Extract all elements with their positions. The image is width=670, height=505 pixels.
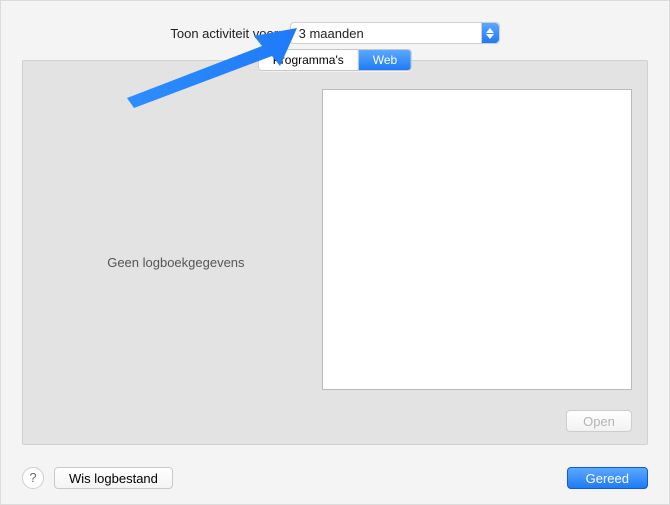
tab-web[interactable]: Web	[358, 50, 411, 70]
done-button[interactable]: Gereed	[567, 467, 648, 489]
dropdown-stepper-icon	[481, 23, 499, 43]
activity-range-dropdown[interactable]: 3 maanden	[290, 22, 500, 44]
help-button[interactable]: ?	[22, 467, 44, 489]
clear-log-button[interactable]: Wis logbestand	[54, 467, 173, 489]
view-segmented-control: Programma's Web	[258, 49, 412, 71]
tab-programmas[interactable]: Programma's	[259, 50, 358, 70]
empty-log-text: Geen logboekgegevens	[107, 255, 244, 270]
activity-range-value: 3 maanden	[299, 26, 364, 41]
preferences-window: Toon activiteit voor: 3 maanden Programm…	[0, 0, 670, 505]
footer-bar: ? Wis logbestand Gereed	[22, 467, 648, 489]
activity-range-label: Toon activiteit voor:	[170, 26, 281, 41]
open-button[interactable]: Open	[566, 410, 632, 432]
activity-panel: Programma's Web Geen logboekgegevens Ope…	[22, 60, 648, 445]
log-empty-area: Geen logboekgegevens	[23, 81, 329, 444]
log-detail-box	[322, 89, 632, 390]
